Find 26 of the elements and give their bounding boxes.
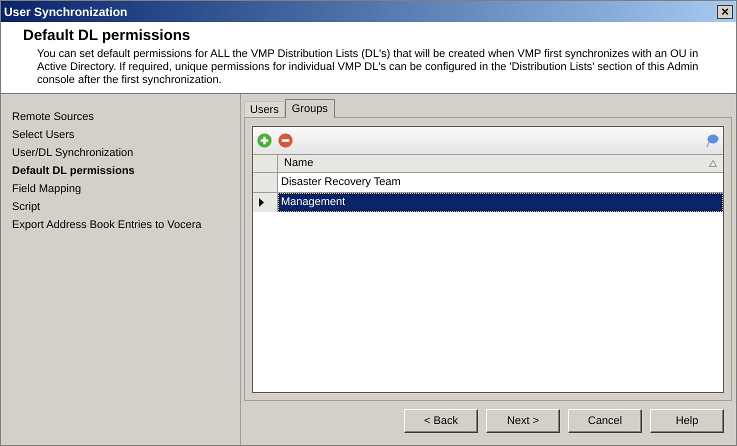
nav-item[interactable]: User/DL Synchronization — [12, 144, 240, 162]
table-cell[interactable]: Management — [278, 193, 723, 212]
nav-item[interactable]: Select Users — [12, 126, 240, 144]
header-description: You can set default permissions for ALL the VMP Distribution Lists (DL's) that will be created when VMP first synchronizes with an OU in Active Directory. If required, unique permissions for individual VMP DL's can be configured in the 'Distribution Lists' section of this Admin console after the first synchronization. — [36, 48, 700, 87]
close-button[interactable]: × — [717, 4, 733, 18]
add-icon[interactable] — [257, 133, 272, 148]
window-title: User Synchronization — [4, 4, 128, 20]
wizard-button[interactable]: Help — [650, 409, 724, 433]
wizard-button[interactable]: < Back — [404, 409, 478, 433]
remove-icon[interactable] — [278, 133, 293, 148]
tab[interactable]: Groups — [284, 99, 335, 118]
nav-item[interactable]: Script — [12, 198, 240, 216]
tab[interactable]: Users — [244, 101, 285, 117]
header-title: Default DL permissions — [23, 26, 192, 46]
current-row-icon — [259, 198, 264, 207]
wizard-button[interactable]: Next > — [486, 409, 560, 433]
row-header[interactable] — [253, 193, 278, 212]
table-cell[interactable]: Disaster Recovery Team — [278, 173, 723, 192]
sort-icon[interactable] — [709, 160, 717, 167]
nav-item[interactable]: Default DL permissions — [12, 162, 240, 180]
nav-item[interactable]: Field Mapping — [12, 180, 240, 198]
column-label: Name — [284, 156, 314, 172]
pin-icon[interactable] — [705, 133, 719, 148]
wizard-button[interactable]: Cancel — [568, 409, 642, 433]
nav-item[interactable]: Remote Sources — [12, 108, 240, 126]
nav-item[interactable]: Export Address Book Entries to Vocera — [12, 216, 240, 234]
